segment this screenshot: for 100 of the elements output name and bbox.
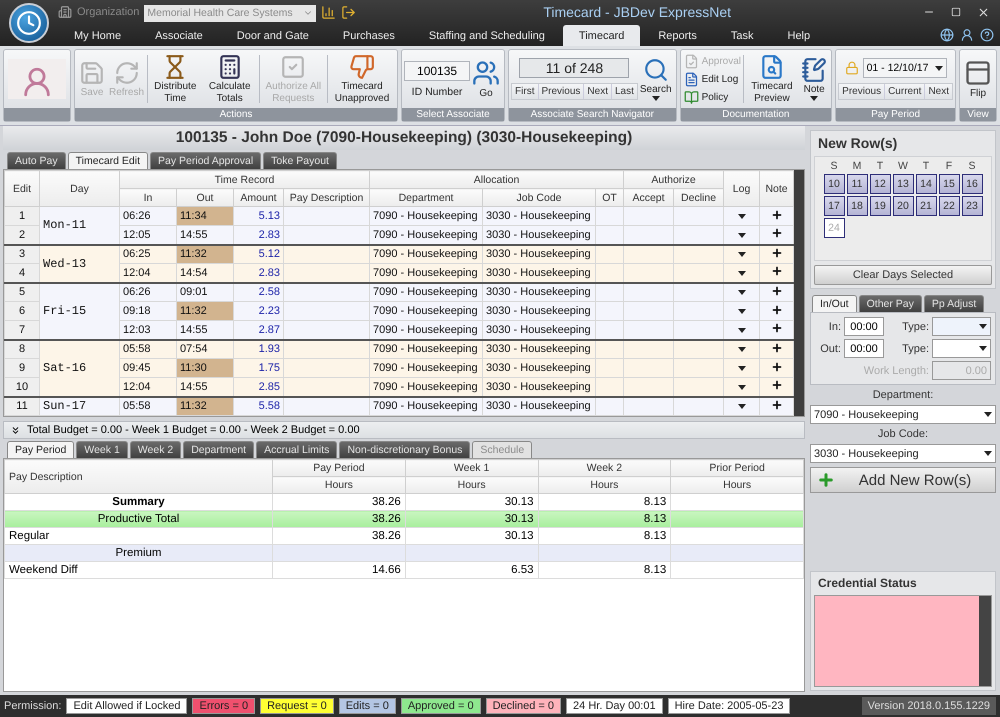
tab[interactable]: Week 1 [76,441,128,458]
exit-icon[interactable] [341,4,356,20]
tab[interactable]: Other Pay [858,295,922,312]
globe-icon[interactable] [940,28,954,42]
id-number-field[interactable]: 100135 [404,60,470,80]
clear-days-button[interactable]: Clear Days Selected [814,265,992,285]
nav-button[interactable]: Last [612,84,637,99]
caret-icon[interactable] [738,232,746,238]
calendar-day[interactable]: 21 [916,196,936,216]
menu-tab[interactable]: Reports [642,25,713,46]
ribbon-button[interactable]: Timecard Preview [744,53,800,105]
calendar-day[interactable]: 12 [870,174,890,194]
plus-icon[interactable] [770,265,783,278]
calendar-day[interactable]: 22 [938,196,960,216]
caret-icon[interactable] [738,309,746,314]
job-code-dropdown[interactable]: 3030 - Housekeeping [810,444,996,463]
flip-button[interactable]: Flip [962,58,994,100]
caret-icon[interactable] [738,404,746,410]
menu-tab[interactable]: Timecard [562,25,640,46]
caret-icon[interactable] [738,214,746,219]
period-button[interactable]: Next [925,84,952,99]
help-icon[interactable] [980,28,994,42]
caret-icon[interactable] [979,324,987,329]
department-dropdown[interactable]: 7090 - Housekeeping [810,405,996,424]
calendar-day[interactable]: 16 [962,174,982,194]
pay-period-dropdown[interactable]: 01 - 12/10/17 [862,58,947,78]
menu-tab[interactable]: Door and Gate [220,25,325,46]
tab[interactable]: Department [183,441,254,458]
table-cell: 14:55 [176,226,234,244]
caret-icon[interactable] [934,66,943,70]
tab[interactable]: Auto Pay [7,152,66,169]
plus-icon[interactable] [770,342,783,354]
scrollbar[interactable] [979,596,991,686]
nav-button[interactable]: Previous [538,84,584,99]
caret-icon[interactable] [984,451,992,456]
calendar-day[interactable]: 13 [892,174,914,194]
tab[interactable]: In/Out [812,295,857,312]
caret-icon[interactable] [738,252,746,258]
plus-icon[interactable] [770,246,783,259]
tab[interactable]: Non-discretionary Bonus [339,441,470,458]
add-rows-button[interactable]: Add New Row(s) [810,467,996,493]
nav-button[interactable]: First [512,84,538,99]
caret-icon[interactable] [984,412,992,417]
menu-tab[interactable]: Staffing and Scheduling [412,25,561,46]
plus-icon[interactable] [770,322,783,334]
out-time-field[interactable]: 00:00 [844,339,884,358]
menu-tab[interactable]: Associate [139,25,219,46]
calendar-day[interactable]: 18 [846,196,868,216]
scrollbar[interactable] [794,170,804,416]
plus-icon[interactable] [770,360,783,372]
plus-icon[interactable] [770,227,783,240]
calendar-day[interactable]: 15 [938,174,960,194]
user-icon[interactable] [960,28,974,42]
plus-icon[interactable] [770,208,783,220]
calendar-day[interactable]: 10 [824,174,844,194]
in-time-field[interactable]: 00:00 [844,317,884,336]
caret-icon[interactable] [738,290,746,296]
nav-button[interactable]: Next [584,84,612,99]
calendar-day[interactable]: 14 [916,174,936,194]
caret-icon[interactable] [738,328,746,333]
caret-icon[interactable] [979,346,987,351]
collapse-icon[interactable] [10,424,21,436]
ribbon-button[interactable]: Distribute Time [148,53,202,105]
menu-tab[interactable]: Purchases [326,25,411,46]
period-button[interactable]: Previous [839,84,886,99]
plus-icon[interactable] [770,304,783,316]
search-button[interactable]: Search [638,56,674,102]
menu-tab[interactable]: Task [714,25,770,46]
tab[interactable]: Toke Payout [263,152,337,169]
calendar-day[interactable]: 11 [846,174,868,194]
window-title: Timecard - JBDev ExpressNet [542,4,732,20]
period-button[interactable]: Current [885,84,926,99]
ribbon-button[interactable]: Calculate Totals [202,53,258,105]
caret-icon[interactable] [738,384,746,390]
tab[interactable]: Pp Adjust [924,295,984,312]
calendar-day[interactable]: 17 [824,196,844,216]
plus-icon[interactable] [770,284,783,297]
tab[interactable]: Pay Period Approval [150,152,262,169]
calendar-day[interactable]: 19 [870,196,890,216]
go-button[interactable]: Go [470,58,502,100]
ribbon-link[interactable]: Policy [682,88,730,106]
day-cell: Sat-16 [40,340,120,396]
tab[interactable]: Timecard Edit [68,152,148,169]
tab[interactable]: Pay Period [7,441,74,458]
tab[interactable]: Accrual Limits [256,441,338,458]
chart-icon[interactable] [321,4,336,20]
plus-icon[interactable] [770,379,783,392]
ribbon-button[interactable]: Timecard Unapproved [329,53,396,105]
clock-logo-icon[interactable] [9,3,49,43]
menu-tab[interactable]: My Home [58,25,138,46]
ribbon-link[interactable]: Edit Log [682,70,740,88]
caret-icon[interactable] [738,366,746,371]
caret-icon[interactable] [738,347,746,352]
menu-tab[interactable]: Help [772,25,826,46]
tab[interactable]: Week 2 [130,441,182,458]
plus-icon[interactable] [770,398,783,411]
caret-icon[interactable] [738,270,746,276]
ribbon-button[interactable]: Note [799,56,830,102]
calendar-day[interactable]: 23 [962,196,982,216]
calendar-day[interactable]: 20 [892,196,914,216]
